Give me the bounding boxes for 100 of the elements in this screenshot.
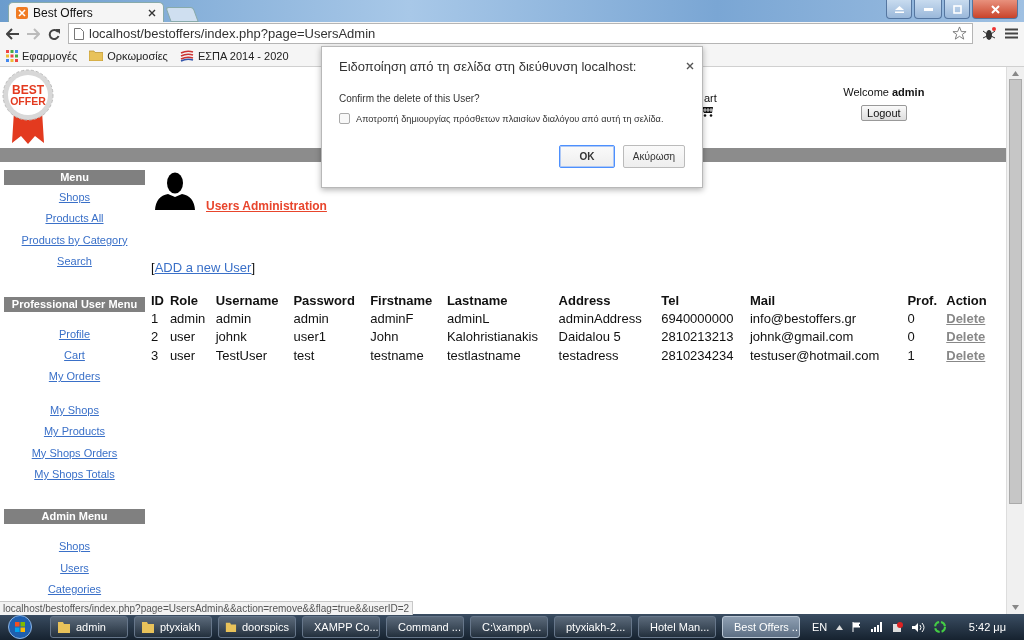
menu-link[interactable]: Search xyxy=(57,255,92,268)
column-header: Address xyxy=(558,292,611,308)
folder-icon xyxy=(57,620,71,634)
table-cell: testadress xyxy=(558,347,619,363)
taskbar-button[interactable]: Best Offers ... xyxy=(722,616,800,638)
star-icon[interactable] xyxy=(952,26,967,41)
table-cell: user xyxy=(169,347,196,363)
menu-icon[interactable] xyxy=(1005,28,1018,39)
menu-link[interactable]: My Shops Orders xyxy=(31,446,118,459)
restore-icon xyxy=(952,4,962,14)
minimize-icon xyxy=(923,7,933,11)
column-header: Username xyxy=(215,292,279,308)
bookmark[interactable]: ΕΣΠΑ 2014 - 2020 xyxy=(179,49,289,62)
table-cell: 6940000000 xyxy=(661,310,734,326)
column-header: Lastname xyxy=(446,292,508,308)
restore-button[interactable] xyxy=(944,0,970,19)
bug-icon[interactable] xyxy=(981,25,997,42)
table-cell: test xyxy=(293,347,315,363)
page-title: Users Administration xyxy=(206,199,327,213)
table-cell: johnk@gmail.com xyxy=(749,329,854,345)
column-header: Action xyxy=(946,292,987,308)
menu-link[interactable]: Shops xyxy=(58,540,91,553)
menu-link[interactable]: Shops xyxy=(58,191,91,203)
signal-icon[interactable] xyxy=(871,622,883,632)
column-header: ID xyxy=(151,292,164,308)
user-icon xyxy=(155,172,195,210)
delete-link[interactable]: Delete xyxy=(946,329,986,345)
folder-icon xyxy=(141,620,155,634)
logout-button[interactable]: Logout xyxy=(861,105,907,121)
logo: BEST OFFER xyxy=(2,69,54,145)
table-cell: admin xyxy=(169,310,206,326)
menu-link[interactable]: My Shops xyxy=(50,403,99,416)
taskbar-button[interactable]: ptyxiakh-2... xyxy=(554,616,632,638)
flag-icon[interactable] xyxy=(852,622,863,632)
menu-heading: Professional User Menu xyxy=(4,296,145,312)
clock: 5:42 μμ xyxy=(968,621,1006,633)
taskbar-button[interactable]: doorspics xyxy=(218,616,296,638)
menu-link[interactable]: Users xyxy=(60,561,89,574)
address-field[interactable]: localhost/bestoffers/index.php?page=UsersAdmin xyxy=(68,23,973,44)
page-icon xyxy=(74,27,84,40)
table-cell: 0 xyxy=(907,329,915,345)
cancel-button[interactable]: Ακύρωση xyxy=(623,145,685,168)
table-cell: TestUser xyxy=(215,347,267,363)
table-cell: Daidalou 5 xyxy=(558,329,621,345)
bookmark[interactable]: Εφαρμογές xyxy=(6,49,78,62)
close-icon[interactable] xyxy=(148,8,156,17)
status-url: localhost/bestoffers/index.php?page=UsersAdmin&&action=remove&&flag=true&&userID=2 xyxy=(3,603,410,614)
menu-link[interactable]: Profile xyxy=(58,327,91,340)
menu-link[interactable]: Products by Category xyxy=(21,233,128,246)
table-cell: John xyxy=(370,329,399,345)
ok-button[interactable]: OK xyxy=(559,145,615,168)
partial-link[interactable]: art xyxy=(704,92,717,104)
browser-tab[interactable]: Best Offers xyxy=(8,2,164,22)
plug-icon[interactable] xyxy=(891,621,904,633)
checkbox[interactable] xyxy=(339,113,350,124)
checkbox-label: Αποτροπή δημιουργίας πρόσθετων πλαισίων διαλόγου από αυτή τη σελίδα. xyxy=(356,113,664,124)
grid-icon xyxy=(6,49,18,62)
menu-link[interactable]: My Orders xyxy=(48,370,101,383)
scroll-down-icon[interactable] xyxy=(1012,605,1019,610)
bookmark[interactable]: Ορκωμοσίες xyxy=(89,49,168,62)
language-indicator[interactable]: EN xyxy=(812,621,828,633)
table-cell: 2810234234 xyxy=(661,347,734,363)
taskbar-button[interactable]: Command ... xyxy=(386,616,464,638)
speaker-icon[interactable] xyxy=(912,621,926,633)
table-cell: testuser@hotmail.com xyxy=(749,347,880,363)
recycle-icon[interactable] xyxy=(934,621,947,633)
caret-icon[interactable] xyxy=(836,624,844,630)
table-cell: adminL xyxy=(446,310,490,326)
taskbar-button[interactable]: XAMPP Co... xyxy=(302,616,380,638)
eject-icon xyxy=(894,5,904,13)
bracket-text: ] xyxy=(251,260,256,275)
eject-button[interactable] xyxy=(886,0,912,19)
delete-link[interactable]: Delete xyxy=(946,310,986,326)
menu-link[interactable]: Cart xyxy=(64,349,85,362)
menu-link[interactable]: Categories xyxy=(47,583,102,596)
table-cell: user1 xyxy=(293,329,326,345)
minimize-button[interactable] xyxy=(914,0,942,19)
table-cell: 3 xyxy=(151,347,159,363)
taskbar-button[interactable]: ptyxiakh xyxy=(134,616,212,638)
start-button[interactable] xyxy=(8,615,32,639)
table-cell: info@bestoffers.gr xyxy=(749,310,857,326)
table-cell: 0 xyxy=(907,310,915,326)
taskbar-button[interactable]: admin xyxy=(50,616,128,638)
table-cell: 2 xyxy=(151,329,159,345)
reload-icon[interactable] xyxy=(48,27,60,40)
scroll-up-icon[interactable] xyxy=(1012,71,1019,76)
menu-link[interactable]: Products All xyxy=(45,212,104,225)
delete-link[interactable]: Delete xyxy=(946,347,986,363)
menu-link[interactable]: My Shops Totals xyxy=(34,468,115,481)
scrollbar[interactable] xyxy=(1006,67,1024,614)
table-cell: user xyxy=(169,329,196,345)
column-header: Password xyxy=(293,292,355,308)
taskbar-button[interactable]: C:\xampp\... xyxy=(470,616,548,638)
table-cell: admin xyxy=(293,310,329,326)
menu-link[interactable]: My Products xyxy=(43,425,106,438)
column-header: Role xyxy=(169,292,199,308)
back-icon[interactable] xyxy=(6,27,19,40)
taskbar-button[interactable]: Hotel Man... xyxy=(638,616,716,638)
close-button[interactable] xyxy=(972,0,1018,19)
table-cell: 1 xyxy=(151,310,159,326)
